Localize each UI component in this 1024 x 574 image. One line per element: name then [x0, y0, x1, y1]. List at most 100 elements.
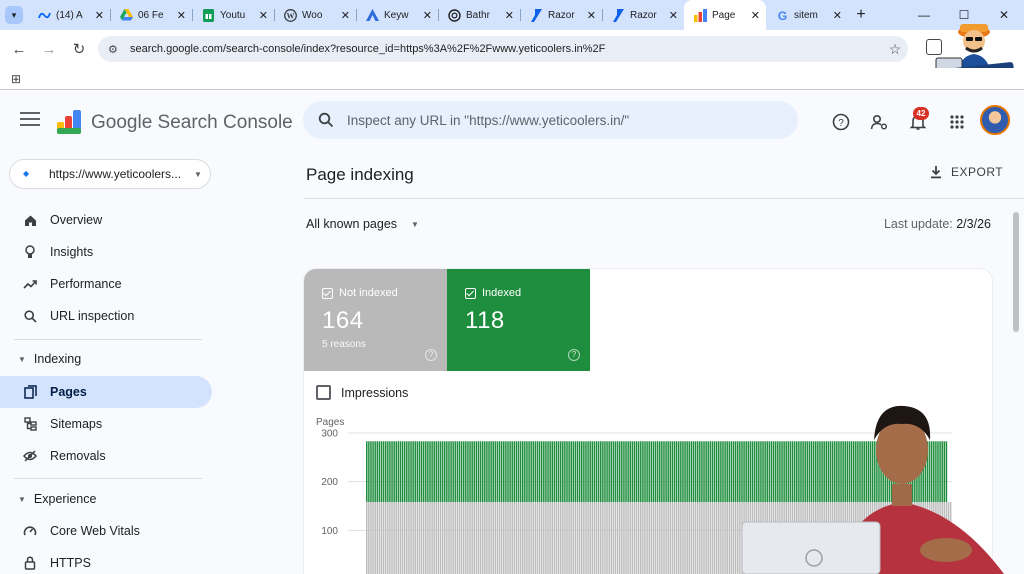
browser-tab[interactable]: Gsitem ✕ — [766, 0, 848, 30]
bar-segment — [471, 502, 473, 574]
bar-segment — [728, 502, 731, 574]
sidebar-item-pages[interactable]: Pages — [0, 376, 212, 408]
sidebar-item-label: Performance — [50, 277, 122, 291]
pages-filter-dropdown[interactable]: All known pages ▼ — [306, 217, 419, 231]
bar-segment — [547, 502, 549, 574]
tile-label: Not indexed — [339, 287, 398, 299]
site-info-icon[interactable]: ⚙ — [108, 43, 122, 56]
indexed-tile[interactable]: Indexed 118 ? — [447, 269, 590, 371]
browser-tab[interactable]: Keyw ✕ — [356, 0, 438, 30]
close-tab-icon[interactable]: ✕ — [587, 9, 596, 22]
browser-tab[interactable]: Page ✕ — [684, 0, 766, 30]
browser-tab[interactable]: Razor ✕ — [520, 0, 602, 30]
bar-segment — [505, 502, 507, 574]
browser-tab[interactable]: (14) A ✕ — [28, 0, 110, 30]
browser-tab[interactable]: 06 Fe ✕ — [110, 0, 192, 30]
not-indexed-count: 164 — [322, 307, 364, 334]
google-apps-icon[interactable] — [946, 111, 968, 133]
bar-segment — [595, 502, 598, 574]
bar-segment — [648, 502, 650, 574]
bar-segment — [460, 441, 463, 503]
bar-segment — [391, 502, 393, 574]
property-selector[interactable]: ◆ https://www.yeticoolers... ▼ — [9, 159, 211, 189]
close-tab-icon[interactable]: ✕ — [95, 9, 104, 22]
help-icon[interactable]: ? — [568, 349, 580, 361]
browser-tab[interactable]: W Woo ✕ — [274, 0, 356, 30]
new-tab-button[interactable]: + — [848, 0, 874, 30]
bar-segment — [486, 502, 488, 574]
sidebar-item-core-web-vitals[interactable]: Core Web Vitals — [0, 515, 212, 547]
tab-search-button[interactable]: ▾ — [0, 0, 28, 30]
bar-segment — [711, 441, 714, 503]
bar-segment — [557, 441, 560, 503]
bar-segment — [448, 441, 450, 503]
bar-segment — [635, 441, 638, 503]
export-button[interactable]: EXPORT — [930, 165, 1003, 179]
close-tab-icon[interactable]: ✕ — [833, 9, 842, 22]
browser-tab[interactable]: Razor ✕ — [602, 0, 684, 30]
bar-segment — [734, 441, 737, 503]
bar-segment — [568, 441, 570, 503]
main-menu-icon[interactable] — [20, 112, 40, 128]
bar-segment — [401, 441, 404, 503]
bar-segment — [696, 441, 699, 503]
bar-segment — [564, 441, 566, 503]
bar-segment — [671, 441, 674, 503]
bar-segment — [703, 502, 705, 574]
bar-segment — [631, 502, 634, 574]
bar-segment — [380, 502, 383, 574]
help-icon[interactable]: ? — [425, 349, 437, 361]
sidebar-item-url-inspection[interactable]: URL inspection — [0, 300, 212, 332]
bar-segment — [368, 502, 370, 574]
bar-segment — [591, 502, 594, 574]
close-tab-icon[interactable]: ✕ — [505, 9, 514, 22]
scrollbar-thumb[interactable] — [1013, 212, 1019, 332]
back-button[interactable]: ← — [4, 34, 34, 64]
bar-segment — [633, 502, 636, 574]
bar-segment — [477, 502, 480, 574]
sidebar-item-https[interactable]: HTTPS — [0, 547, 212, 574]
bar-segment — [684, 441, 686, 503]
download-icon — [931, 166, 941, 179]
apps-grid-icon[interactable]: ⊞ — [11, 72, 21, 86]
caret-down-icon: ▼ — [411, 219, 419, 229]
address-bar[interactable]: ⚙ search.google.com/search-console/index… — [98, 36, 908, 62]
bar-segment — [578, 441, 581, 503]
close-tab-icon[interactable]: ✕ — [423, 9, 432, 22]
manage-users-icon[interactable] — [868, 111, 890, 133]
bar-segment — [454, 441, 457, 503]
filter-label: All known pages — [306, 217, 398, 231]
bookmark-star-icon[interactable]: ☆ — [882, 41, 908, 58]
close-tab-icon[interactable]: ✕ — [177, 9, 186, 22]
url-inspection-search[interactable]: Inspect any URL in "https://www.yeticool… — [303, 101, 798, 139]
last-update-label: Last update: — [883, 217, 957, 231]
help-icon[interactable]: ? — [830, 111, 852, 133]
indexing-section-header[interactable]: ▼ Indexing — [0, 344, 210, 374]
bar-segment — [699, 502, 701, 574]
reload-button[interactable]: ↻ — [64, 34, 94, 64]
sidebar-item-sitemaps[interactable]: Sitemaps — [0, 408, 212, 440]
speedometer-icon — [23, 524, 37, 538]
browser-tab[interactable]: Bathr ✕ — [438, 0, 520, 30]
account-avatar[interactable] — [980, 105, 1010, 135]
not-indexed-tile[interactable]: Not indexed 164 5 reasons ? — [304, 269, 447, 371]
bar-segment — [570, 502, 572, 574]
sidebar-item-removals[interactable]: Removals — [0, 440, 212, 472]
bar-segment — [644, 441, 646, 503]
bar-segment — [488, 441, 490, 503]
close-tab-icon[interactable]: ✕ — [341, 9, 350, 22]
close-tab-icon[interactable]: ✕ — [669, 9, 678, 22]
bar-segment — [387, 502, 389, 574]
sidebar-item-performance[interactable]: Performance — [0, 268, 212, 300]
close-tab-icon[interactable]: ✕ — [259, 9, 268, 22]
experience-section-header[interactable]: ▼ Experience — [0, 484, 210, 514]
sidebar-item-insights[interactable]: Insights — [0, 236, 212, 268]
close-tab-icon[interactable]: ✕ — [751, 9, 760, 22]
forward-button[interactable]: → — [34, 34, 64, 64]
sidebar-item-overview[interactable]: Overview — [0, 204, 212, 236]
impressions-toggle[interactable]: Impressions — [316, 385, 408, 400]
bar-segment — [393, 441, 395, 503]
browser-tab[interactable]: Youtu ✕ — [192, 0, 274, 30]
bar-segment — [606, 441, 608, 503]
bar-segment — [469, 441, 471, 503]
